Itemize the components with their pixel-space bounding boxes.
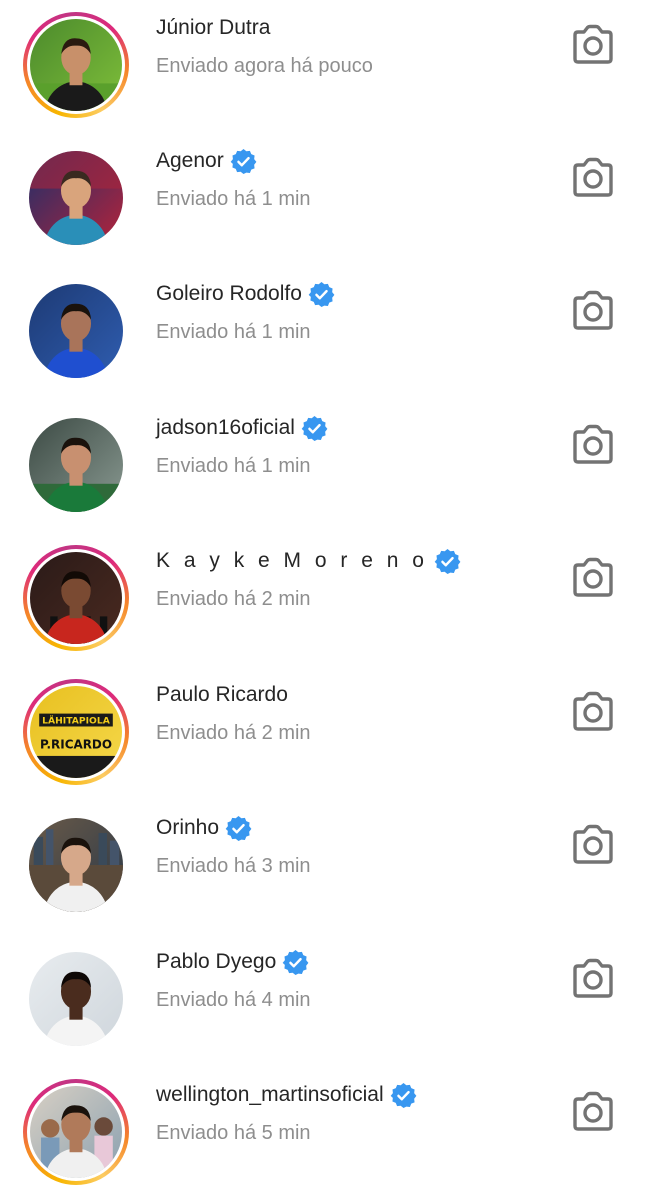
conversation-row[interactable]: wellington_martinsoficial Enviado há 5 mi… — [0, 1067, 647, 1200]
conversation-row[interactable]: Júnior Dutra Enviado agora há pouco — [0, 0, 647, 134]
goalkeeper-photo-avatar — [29, 151, 123, 245]
camera-icon[interactable] — [570, 1091, 616, 1133]
story-ring-avatar[interactable]: LÄHITAPIOLA P.RICARDO — [23, 679, 129, 785]
verified-badge-icon — [230, 148, 257, 175]
avatar[interactable] — [23, 812, 129, 918]
conversation-row[interactable]: Pablo Dyego Enviado há 4 min — [0, 934, 647, 1068]
story-ring-avatar[interactable] — [23, 12, 129, 118]
svg-text:P.RICARDO: P.RICARDO — [40, 738, 112, 752]
username-line: K a y k e M o r e n o — [156, 547, 461, 575]
svg-text:LÄHITAPIOLA: LÄHITAPIOLA — [42, 716, 111, 727]
sent-status: Enviado há 5 min — [156, 1122, 311, 1144]
username: Pablo Dyego — [156, 950, 277, 973]
verified-badge-icon — [301, 415, 328, 442]
player-photo-avatar — [30, 19, 122, 111]
username-line: Goleiro Rodolfo — [156, 280, 335, 308]
camera-icon[interactable] — [570, 24, 616, 66]
family-photo-avatar — [30, 1086, 122, 1178]
avatar[interactable] — [23, 278, 129, 384]
conversation-row[interactable]: Agenor Enviado há 1 min — [0, 133, 647, 267]
verified-badge-icon — [282, 949, 309, 976]
sent-status: Enviado há 1 min — [156, 455, 311, 477]
couple-photo-avatar — [29, 818, 123, 912]
camera-icon[interactable] — [570, 157, 616, 199]
player-photo-avatar — [30, 552, 122, 644]
camera-icon[interactable] — [570, 424, 616, 466]
username-line: Agenor — [156, 147, 257, 175]
camera-icon[interactable] — [570, 691, 616, 733]
conversation-row[interactable]: Goleiro Rodolfo Enviado há 1 min — [0, 266, 647, 400]
camera-icon[interactable] — [570, 557, 616, 599]
camera-icon[interactable] — [570, 824, 616, 866]
username: K a y k e M o r e n o — [156, 549, 428, 572]
conversation-row[interactable]: K a y k e M o r e n o Enviado há 2 min — [0, 533, 647, 667]
sent-status: Enviado há 1 min — [156, 188, 311, 210]
sent-status: Enviado há 2 min — [156, 722, 311, 744]
sent-list: Júnior Dutra Enviado agora há pouco Agenor… — [0, 0, 647, 1200]
camera-icon[interactable] — [570, 958, 616, 1000]
portrait-photo-avatar — [29, 952, 123, 1046]
jersey-photo-avatar: LÄHITAPIOLA P.RICARDO — [30, 686, 122, 778]
sent-status: Enviado há 1 min — [156, 321, 311, 343]
verified-badge-icon — [390, 1082, 417, 1109]
sent-status: Enviado agora há pouco — [156, 55, 373, 77]
username-line: Júnior Dutra — [156, 14, 270, 42]
player-field-photo-avatar — [29, 418, 123, 512]
verified-badge-icon — [434, 548, 461, 575]
username-line: wellington_martinsoficial — [156, 1081, 417, 1109]
avatar[interactable] — [23, 412, 129, 518]
sent-status: Enviado há 4 min — [156, 989, 311, 1011]
username: Orinho — [156, 816, 220, 839]
sent-status: Enviado há 2 min — [156, 588, 311, 610]
conversation-row[interactable]: LÄHITAPIOLA P.RICARDO Paulo Ricardo Enviado… — [0, 667, 647, 801]
verified-badge-icon — [225, 815, 252, 842]
username: Júnior Dutra — [156, 16, 271, 39]
story-ring-avatar[interactable] — [23, 545, 129, 651]
username: Agenor — [156, 149, 224, 172]
username: Paulo Ricardo — [156, 683, 288, 706]
username-line: Orinho — [156, 814, 252, 842]
conversation-row[interactable]: jadson16oficial Enviado há 1 min — [0, 400, 647, 534]
username-line: Pablo Dyego — [156, 948, 309, 976]
goalkeeper-photo-avatar — [29, 284, 123, 378]
username: jadson16oficial — [156, 416, 295, 439]
username: wellington_martinsoficial — [156, 1083, 384, 1106]
username: Goleiro Rodolfo — [156, 282, 302, 305]
verified-badge-icon — [308, 281, 335, 308]
username-line: jadson16oficial — [156, 414, 328, 442]
camera-icon[interactable] — [570, 290, 616, 332]
username-line: Paulo Ricardo — [156, 681, 288, 709]
story-ring-avatar[interactable] — [23, 1079, 129, 1185]
sent-status: Enviado há 3 min — [156, 855, 311, 877]
avatar[interactable] — [23, 946, 129, 1052]
conversation-row[interactable]: Orinho Enviado há 3 min — [0, 800, 647, 934]
avatar[interactable] — [23, 145, 129, 251]
